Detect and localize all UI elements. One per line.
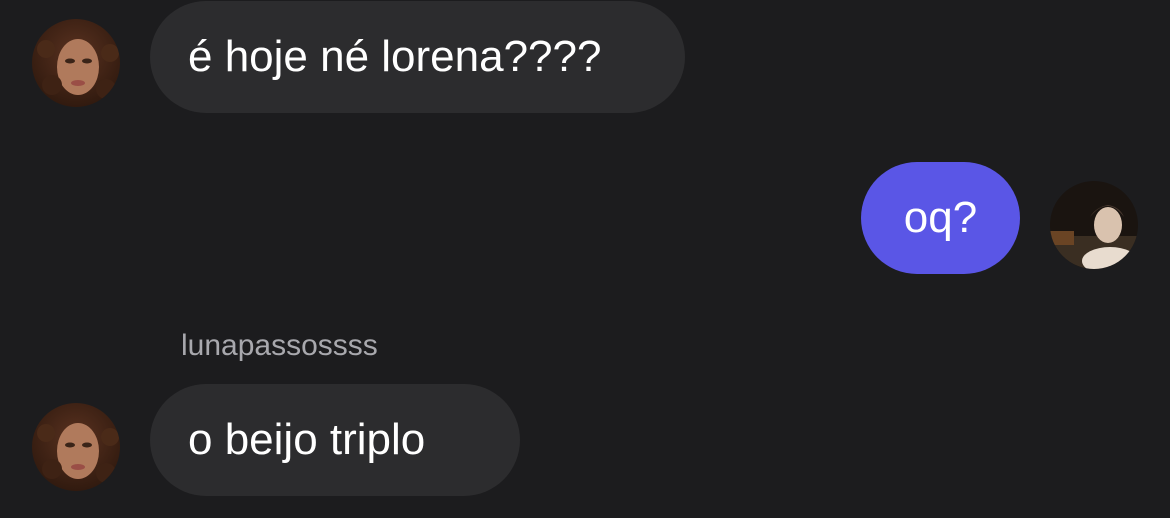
- contact-photo: [32, 403, 120, 491]
- incoming-message-bubble[interactable]: o beijo triplo: [150, 384, 520, 496]
- outgoing-message-bubble[interactable]: oq?: [861, 162, 1020, 274]
- contact-photo: [32, 19, 120, 107]
- sender-name: lunapassossss: [181, 329, 378, 362]
- message-text: é hoje né lorena????: [188, 32, 602, 81]
- message-text: oq?: [903, 193, 978, 242]
- incoming-message-bubble[interactable]: é hoje né lorena????: [150, 1, 685, 113]
- contact-avatar[interactable]: [32, 403, 120, 491]
- user-photo: [1050, 181, 1138, 269]
- contact-avatar[interactable]: [32, 19, 120, 107]
- user-avatar[interactable]: [1050, 181, 1138, 269]
- message-text: o beijo triplo: [188, 415, 426, 464]
